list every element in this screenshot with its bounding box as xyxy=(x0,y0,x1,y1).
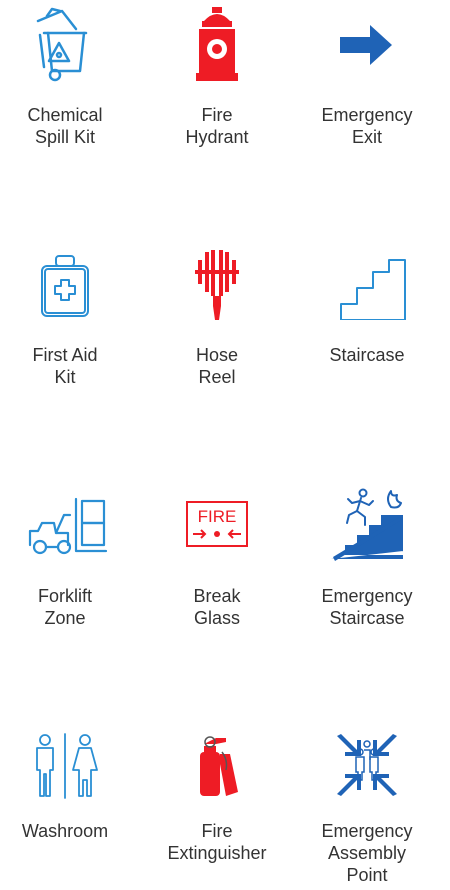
item-label: Emergency Staircase xyxy=(321,586,413,628)
exit-arrow-icon xyxy=(302,5,432,85)
forklift-icon xyxy=(0,495,130,575)
item-label: Washroom xyxy=(21,821,109,841)
item-label: Fire Extinguisher xyxy=(167,821,267,863)
hose-reel-icon xyxy=(152,240,282,320)
staircase-icon xyxy=(302,240,432,320)
first-aid-kit-icon xyxy=(0,240,130,320)
break-glass-icon: FIRE xyxy=(152,500,282,580)
item-label: Fire Hydrant xyxy=(185,105,249,147)
item-label: Emergency Exit xyxy=(321,105,413,147)
item-label: Forklift Zone xyxy=(38,586,92,628)
item-label: Hose Reel xyxy=(195,345,239,387)
chemical-bin-icon xyxy=(0,5,130,85)
item-label: Emergency Assembly Point xyxy=(321,821,413,885)
washroom-icon xyxy=(0,730,130,810)
fire-extinguisher-icon xyxy=(152,730,282,810)
item-label: Staircase xyxy=(329,345,405,365)
sign-text: FIRE xyxy=(198,507,237,526)
item-label: Chemical Spill Kit xyxy=(27,105,103,147)
item-label: First Aid Kit xyxy=(32,345,98,387)
emergency-staircase-icon xyxy=(302,485,432,565)
fire-hydrant-icon xyxy=(152,5,282,85)
assembly-point-icon xyxy=(302,730,432,810)
item-label: Break Glass xyxy=(193,586,241,628)
